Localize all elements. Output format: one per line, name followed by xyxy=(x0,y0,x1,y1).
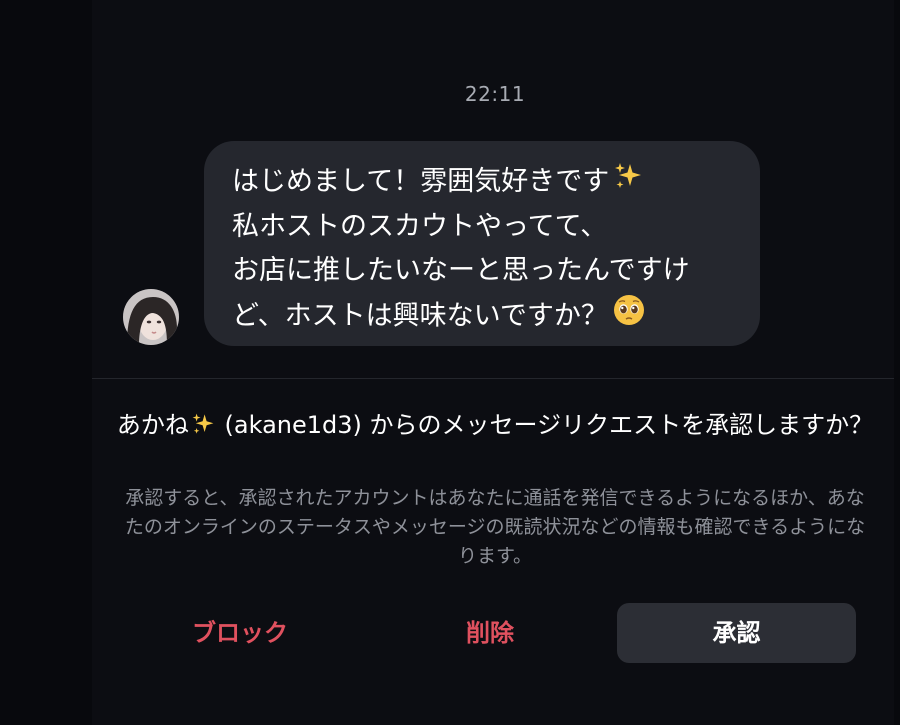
message-line-2: 私ホストのスカウトやってて、 xyxy=(232,210,608,242)
left-pane xyxy=(0,0,92,725)
section-divider xyxy=(92,378,894,379)
request-title-text: (akane1d3) からのメッセージリクエストを承認しますか？ xyxy=(216,411,874,439)
pleading-face-icon xyxy=(612,293,646,341)
message-line-1: はじめまして！雰囲気好きです xyxy=(232,160,736,205)
request-description: 承認すると、承認されたアカウントはあなたに通話を発信できるようになるほか、あなた… xyxy=(124,487,866,567)
message-timestamp: 22:11 xyxy=(464,82,526,106)
message-line-3: お店に推したいなーと思ったんですけ xyxy=(232,254,690,286)
message-bubble[interactable]: はじめまして！雰囲気好きです 私ホストのスカウトやってて、 お店に推したいなーと… xyxy=(204,141,760,346)
delete-button[interactable]: 削除 xyxy=(370,603,610,663)
block-button[interactable]: ブロック xyxy=(120,603,360,663)
request-title-name: あかね xyxy=(116,411,189,439)
sparkles-icon xyxy=(191,411,215,445)
avatar-image xyxy=(123,289,179,345)
request-title: あかね (akane1d3) からのメッセージリクエストを承認しますか？ xyxy=(110,408,880,445)
right-edge xyxy=(894,0,900,725)
sender-avatar[interactable] xyxy=(123,289,179,345)
message-text-1: はじめまして！雰囲気好きです xyxy=(232,166,610,197)
message-line-4: ど、ホストは興味ないですか？ xyxy=(232,293,736,341)
message-text-4: ど、ホストは興味ないですか？ xyxy=(232,300,608,331)
accept-button[interactable]: 承認 xyxy=(617,603,856,663)
sparkles-icon xyxy=(613,161,643,205)
